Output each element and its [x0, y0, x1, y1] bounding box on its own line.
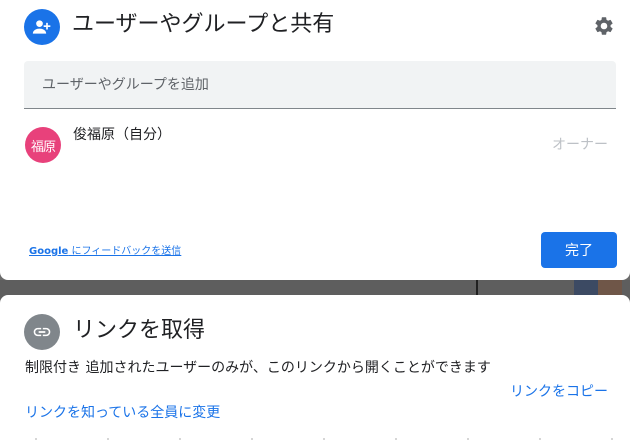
share-dialog-title: ユーザーやグループと共有 [72, 12, 335, 37]
person-add-icon [24, 9, 60, 45]
feedback-text: にフィードバックを送信 [68, 246, 182, 257]
send-feedback-link[interactable]: Google にフィードバックを送信 [29, 242, 181, 257]
get-link-card: リンクを取得 制限付き 追加されたユーザーのみが、このリンクから開くことができま… [0, 295, 630, 441]
change-link-access-link[interactable]: リンクを知っている全員に変更 [25, 402, 220, 422]
share-dialog-page: ユーザーやグループと共有 福原 俊福原（自分） オーナー Google にフィー… [0, 0, 630, 441]
owner-name: 俊福原（自分） [73, 127, 171, 143]
avatar: 福原 [25, 127, 61, 163]
link-icon [24, 314, 60, 350]
get-link-title: リンクを取得 [73, 318, 206, 343]
background-dots [0, 437, 630, 441]
gear-icon[interactable] [592, 14, 616, 38]
done-button[interactable]: 完了 [541, 232, 617, 268]
add-people-input[interactable] [24, 61, 616, 109]
link-access-description: 制限付き 追加されたユーザーのみが、このリンクから開くことができます [25, 360, 491, 376]
copy-link-button[interactable]: リンクをコピー [510, 381, 608, 401]
feedback-google-label: Google [29, 246, 69, 257]
share-with-people-card: ユーザーやグループと共有 福原 俊福原（自分） オーナー Google にフィー… [0, 0, 630, 280]
owner-role-label: オーナー [552, 137, 608, 153]
